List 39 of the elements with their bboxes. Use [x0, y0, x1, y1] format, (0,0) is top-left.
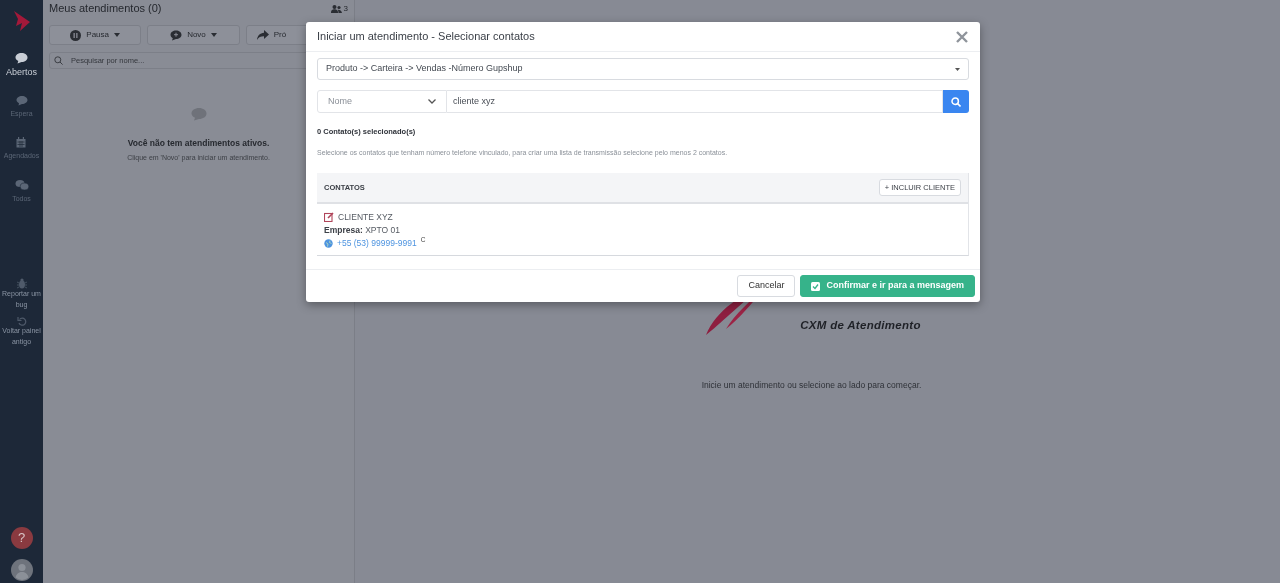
bug-icon [16, 278, 27, 289]
chat-bubble-icon [15, 95, 28, 106]
search-button[interactable] [943, 90, 969, 113]
cancel-button[interactable]: Cancelar [737, 275, 796, 297]
toolbar-button[interactable]: Novo [147, 25, 240, 45]
users-icon [330, 4, 342, 13]
globe-icon [324, 238, 333, 248]
pause-icon [70, 29, 82, 41]
search-input[interactable]: cliente xyz [447, 90, 943, 113]
chevron-down-icon [428, 99, 436, 104]
help-button[interactable]: ? [10, 527, 33, 549]
caret-icon [955, 67, 960, 71]
confirm-button[interactable]: Confirmar e ir para a mensagem [800, 275, 975, 297]
agents-count: 3 [343, 2, 348, 15]
empty-state-title: Você não tem atendimentos ativos. [127, 137, 270, 150]
phone-link[interactable]: +55 (53) 99999-9991 [337, 236, 417, 250]
logo-tagline: CXM de Atendimento [800, 317, 921, 333]
company-line: Empresa: XPTO 01 [324, 223, 401, 237]
pipeline-select[interactable]: Produto -> Carteira -> Vendas -Número Gupshup [317, 58, 969, 80]
welcome-hint: Inicie um atendimento ou selecione ao lado para começar. [701, 379, 922, 392]
contact-name[interactable]: CLIENTE XYZ [338, 210, 393, 224]
logo-icon [11, 10, 32, 32]
sidebar-item[interactable]: Abertos [6, 52, 37, 77]
panel-title: Meus atendimentos (0) [49, 1, 162, 17]
chat-bubble-icon [15, 52, 28, 64]
checkbox-icon [811, 281, 821, 291]
chat-bubble-icon [190, 107, 207, 121]
toolbar-button[interactable]: Pausa [49, 25, 142, 45]
close-icon [955, 29, 969, 44]
calendar-icon [16, 137, 27, 148]
share-arrow-icon [256, 30, 269, 40]
chat-add-icon [170, 29, 183, 41]
user-avatar-icon [10, 559, 33, 581]
undo-icon [16, 316, 27, 326]
search-icon [951, 96, 961, 107]
edit-icon [324, 212, 334, 223]
search-type-select[interactable]: Nome [317, 90, 447, 113]
close-button[interactable] [955, 29, 969, 44]
chat-bubbles-icon [14, 179, 29, 191]
